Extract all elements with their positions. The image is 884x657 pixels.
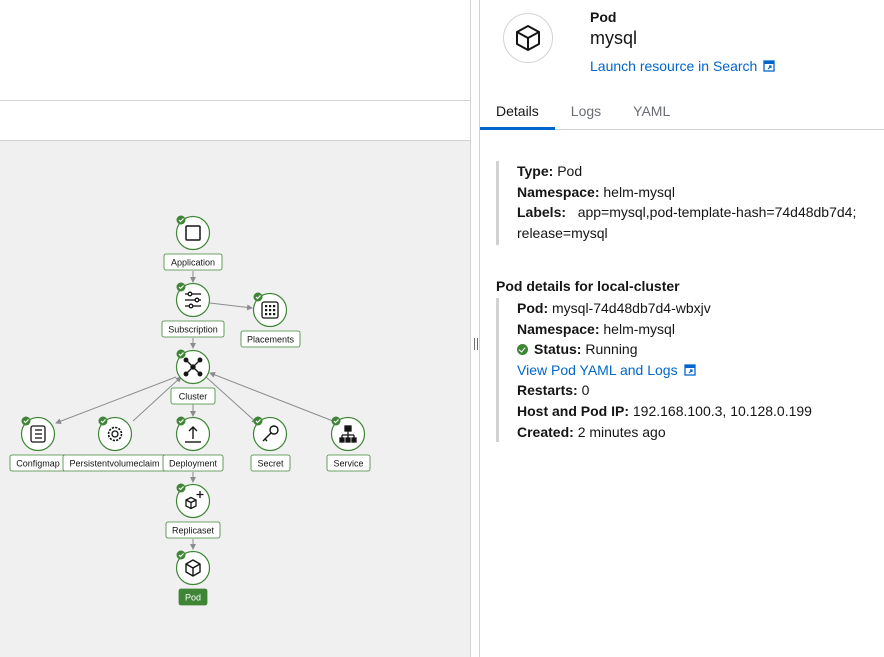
namespace-row: Namespace: helm-mysql bbox=[517, 319, 884, 340]
status-check-icon bbox=[98, 416, 108, 426]
launch-link-label: Launch resource in Search bbox=[590, 58, 758, 74]
created-value: 2 minutes ago bbox=[577, 423, 666, 440]
restarts-row: Restarts: 0 bbox=[517, 380, 884, 401]
node-replicaset[interactable]: Replicaset bbox=[165, 483, 221, 539]
pod-details-section: Pod: mysql-74d48db7d4-wbxjv Namespace: h… bbox=[496, 298, 884, 442]
pod-label: Pod: bbox=[517, 300, 549, 316]
detail-tabs: Details Logs YAML bbox=[480, 97, 884, 130]
ip-label: Host and Pod IP: bbox=[517, 402, 629, 419]
node-pvc[interactable]: Persistentvolumeclaim bbox=[62, 416, 167, 472]
labels-row-continued: release=mysql bbox=[517, 223, 884, 244]
page-header bbox=[0, 0, 470, 101]
subscription-icon bbox=[185, 291, 201, 309]
yaml-logs-row: View Pod YAML and Logs bbox=[517, 360, 884, 381]
details-panel: Pod mysql Launch resource in Search Deta… bbox=[480, 0, 884, 657]
labels-label: Labels: bbox=[517, 204, 567, 221]
created-row: Created: 2 minutes ago bbox=[517, 422, 884, 443]
view-yaml-logs-link[interactable]: View Pod YAML and Logs bbox=[517, 360, 696, 381]
panel-resize-handle[interactable] bbox=[470, 0, 480, 657]
node-label: Pod bbox=[185, 593, 201, 603]
topology-canvas[interactable]: Application Subscription Placements Clus… bbox=[0, 141, 470, 657]
tab-logs[interactable]: Logs bbox=[555, 97, 617, 130]
node-label: Secret bbox=[257, 459, 284, 469]
app-window: Application Subscription Placements Clus… bbox=[0, 0, 884, 657]
node-deployment[interactable]: Deployment bbox=[162, 416, 224, 472]
labels-value: release=mysql bbox=[517, 224, 608, 241]
node-label: Cluster bbox=[179, 392, 208, 402]
drag-grip-icon bbox=[474, 338, 478, 350]
node-cluster[interactable]: Cluster bbox=[170, 349, 216, 405]
namespace-label: Namespace: bbox=[517, 320, 600, 337]
namespace-value: helm-mysql bbox=[603, 320, 675, 337]
pod-value: mysql-74d48db7d4-wbxjv bbox=[552, 300, 711, 316]
tab-details[interactable]: Details bbox=[480, 97, 555, 130]
node-configmap[interactable]: Configmap bbox=[9, 416, 67, 472]
labels-row: Labels: app=mysql,pod-template-hash=74d4… bbox=[517, 202, 884, 223]
node-subscription[interactable]: Subscription bbox=[161, 282, 225, 338]
cube-icon bbox=[516, 25, 540, 51]
type-row: Type: Pod bbox=[517, 161, 884, 182]
status-check-icon bbox=[21, 416, 31, 426]
status-check-icon bbox=[253, 416, 263, 426]
launch-resource-link[interactable]: Launch resource in Search bbox=[590, 58, 775, 74]
external-link-icon bbox=[763, 60, 775, 72]
status-check-icon bbox=[176, 282, 186, 292]
topology-graph[interactable]: Application Subscription Placements Clus… bbox=[0, 141, 470, 657]
node-label: Replicaset bbox=[172, 526, 215, 536]
node-secret[interactable]: Secret bbox=[250, 416, 291, 472]
resource-details-section: Type: Pod Namespace: helm-mysql Labels: … bbox=[496, 161, 884, 245]
status-value: Running bbox=[585, 341, 638, 358]
node-label: Persistentvolumeclaim bbox=[69, 459, 159, 469]
topology-toolbar bbox=[0, 101, 470, 141]
created-label: Created: bbox=[517, 423, 574, 440]
namespace-value: helm-mysql bbox=[603, 183, 675, 200]
node-label: Application bbox=[171, 258, 215, 268]
node-label: Configmap bbox=[16, 459, 60, 469]
resource-kind: Pod bbox=[590, 9, 617, 25]
status-label: Status: bbox=[534, 341, 582, 358]
namespace-label: Namespace: bbox=[517, 183, 600, 200]
labels-value: app=mysql,pod-template-hash=74d48db7d4; bbox=[577, 204, 857, 221]
status-row: Status: Running bbox=[517, 339, 884, 360]
pod-details-title: Pod details for local-cluster bbox=[496, 278, 680, 294]
status-check-icon bbox=[176, 215, 186, 225]
edge-subscription-placements bbox=[209, 302, 253, 311]
status-check-icon bbox=[176, 550, 186, 560]
namespace-row: Namespace: helm-mysql bbox=[517, 182, 884, 203]
resource-name: mysql bbox=[590, 28, 638, 48]
node-service[interactable]: Service bbox=[326, 416, 371, 472]
tab-yaml[interactable]: YAML bbox=[617, 97, 686, 130]
ip-row: Host and Pod IP: 192.168.100.3, 10.128.0… bbox=[517, 401, 884, 422]
type-label: Type: bbox=[517, 163, 554, 179]
node-label: Deployment bbox=[169, 459, 218, 469]
node-label: Subscription bbox=[168, 325, 218, 335]
resource-icon bbox=[503, 13, 553, 63]
edge-cluster-configmap bbox=[55, 376, 177, 425]
node-application[interactable]: Application bbox=[163, 215, 223, 271]
node-label: Service bbox=[333, 459, 363, 469]
status-check-icon bbox=[517, 344, 528, 356]
restarts-label: Restarts: bbox=[517, 382, 578, 399]
external-link-icon bbox=[683, 364, 696, 376]
status-check-icon bbox=[331, 416, 341, 426]
status-check-icon bbox=[176, 483, 186, 493]
status-check-icon bbox=[176, 349, 186, 359]
status-check-icon bbox=[253, 292, 263, 302]
status-check-icon bbox=[176, 416, 186, 426]
type-value: Pod bbox=[557, 163, 583, 179]
view-yaml-logs-label: View Pod YAML and Logs bbox=[517, 361, 678, 378]
ip-value: 192.168.100.3, 10.128.0.199 bbox=[632, 402, 812, 419]
node-placements[interactable]: Placements bbox=[240, 292, 301, 348]
node-pod[interactable]: Pod bbox=[175, 550, 211, 606]
pod-row: Pod: mysql-74d48db7d4-wbxjv bbox=[517, 298, 884, 319]
restarts-value: 0 bbox=[581, 382, 590, 399]
node-label: Placements bbox=[247, 335, 295, 345]
